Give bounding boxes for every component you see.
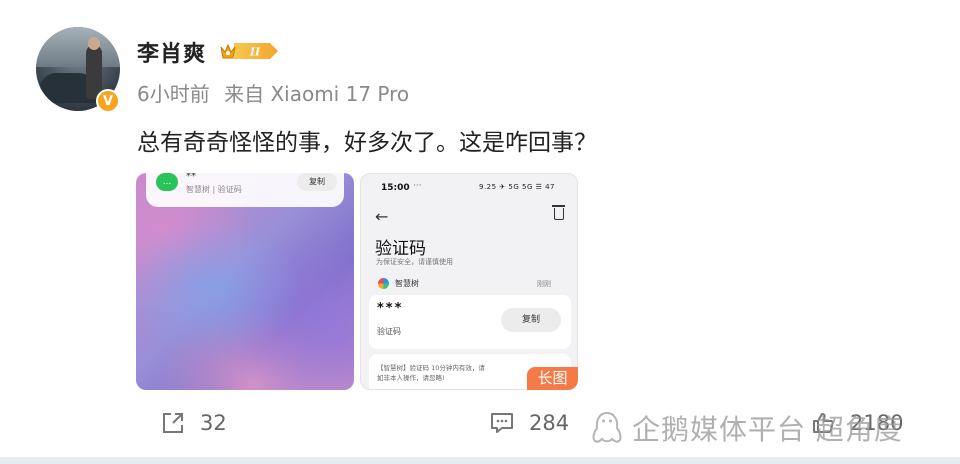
share-count: 32: [200, 411, 227, 435]
long-image-badge: 长图: [527, 367, 578, 390]
notification-card: ... ** 智慧树 | 验证码 复制: [146, 173, 344, 207]
bottom-divider: [0, 457, 960, 464]
verified-icon: V: [96, 89, 120, 113]
phone-subtitle: 为保证安全，请谨慎使用: [376, 258, 453, 266]
sender-logo-icon: [378, 278, 389, 289]
penguin-logo-icon: [592, 411, 622, 443]
watermark: 企鹅媒体平台 超角度: [590, 408, 903, 448]
phone-title: 验证码: [375, 239, 426, 259]
notification-title: **: [186, 173, 196, 182]
phone-status-icons: 9.25 ✈ 5G 5G ☰ 47: [479, 183, 556, 191]
share-button[interactable]: 32: [160, 408, 227, 438]
post-meta: 6小时前 来自 Xiaomi 17 Pro: [137, 78, 409, 107]
message-line-2: 如非本人操作，请忽略!: [377, 374, 445, 382]
post-image-2[interactable]: 15:00 ··· 9.25 ✈ 5G 5G ☰ 47 ← 验证码 为保证安全，…: [360, 173, 578, 390]
phone-status-dots: ···: [413, 181, 422, 191]
post-time: 6小时前: [137, 82, 210, 106]
notification-source: 智慧树 | 验证码: [186, 185, 242, 194]
notification-copy-button: 复制: [297, 173, 337, 191]
code-label: 验证码: [377, 327, 401, 336]
message-app-icon: ...: [156, 173, 178, 191]
phone-received-time: 刚刚: [537, 280, 551, 288]
watermark-text: 企鹅媒体平台 超角度: [632, 413, 903, 446]
code-value: ***: [377, 301, 404, 316]
phone-sender: 智慧树: [395, 279, 419, 288]
comment-count: 284: [529, 411, 570, 435]
post-source: 来自 Xiaomi 17 Pro: [224, 82, 410, 106]
code-copy-button: 复制: [501, 308, 561, 332]
level-badge-text: II: [249, 46, 261, 59]
message-line-1: 【智慧树】验证码 10分钟内有效，请: [377, 364, 485, 372]
share-icon: [163, 413, 183, 433]
post-image-1[interactable]: ... ** 智慧树 | 验证码 复制: [136, 173, 354, 390]
comment-button[interactable]: 284: [489, 408, 569, 438]
back-arrow-icon: ←: [375, 207, 389, 226]
author-name[interactable]: 李肖爽: [137, 36, 206, 68]
code-card: *** 验证码 复制: [369, 295, 571, 349]
comment-icon: [491, 413, 513, 433]
trash-icon: [552, 205, 565, 220]
level-badge[interactable]: II: [218, 40, 280, 62]
phone-status-time: 15:00: [381, 183, 410, 193]
post-text: 总有奇奇怪怪的事，好多次了。这是咋回事？: [137, 130, 597, 156]
